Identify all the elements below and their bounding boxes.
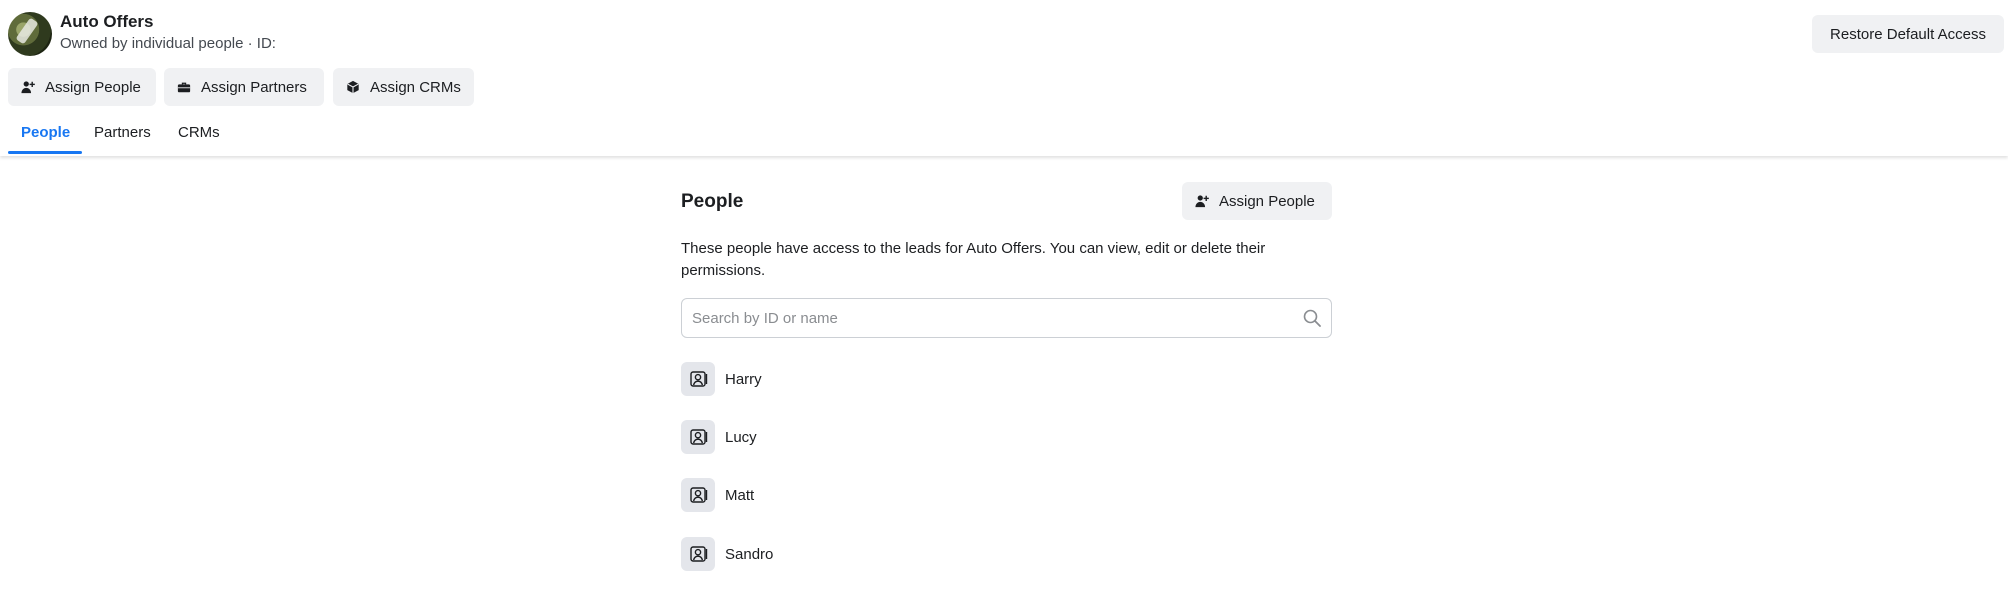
person-add-icon [20, 79, 36, 95]
person-add-icon [1194, 193, 1210, 209]
assign-crms-button[interactable]: Assign CRMs [333, 68, 474, 106]
list-item[interactable]: Matt [681, 478, 981, 512]
page-ownership-subtitle: Owned by individual people · ID: [60, 35, 276, 52]
panel-assign-people-label: Assign People [1219, 192, 1315, 210]
person-id-icon [681, 362, 715, 396]
page-avatar [8, 12, 52, 56]
tab-crms[interactable]: CRMs [178, 124, 220, 141]
person-name: Harry [725, 370, 762, 388]
search-icon[interactable] [1303, 309, 1321, 327]
person-name: Lucy [725, 428, 757, 446]
tab-people[interactable]: People [21, 124, 70, 141]
list-item[interactable]: Sandro [681, 537, 981, 571]
assign-partners-button[interactable]: Assign Partners [164, 68, 324, 106]
person-id-icon [681, 420, 715, 454]
page-title: Auto Offers [60, 12, 154, 31]
assign-crms-label: Assign CRMs [370, 78, 461, 96]
panel-assign-people-button[interactable]: Assign People [1182, 182, 1332, 220]
briefcase-icon [176, 79, 192, 95]
person-id-icon [681, 478, 715, 512]
assign-people-label: Assign People [45, 78, 141, 96]
assign-partners-label: Assign Partners [201, 78, 307, 96]
panel-description: These people have access to the leads fo… [681, 240, 1266, 279]
search-input[interactable] [692, 299, 1282, 337]
active-tab-indicator [8, 151, 82, 154]
person-id-icon [681, 537, 715, 571]
cube-icon [345, 79, 361, 95]
person-name: Matt [725, 486, 755, 504]
assign-people-button[interactable]: Assign People [8, 68, 156, 106]
list-item[interactable]: Lucy [681, 420, 981, 454]
tab-partners[interactable]: Partners [94, 124, 151, 141]
panel-title: People [681, 191, 744, 212]
person-name: Sandro [725, 545, 774, 563]
search-box [681, 298, 1332, 338]
restore-default-access-button[interactable]: Restore Default Access [1812, 15, 2004, 53]
list-item[interactable]: Harry [681, 362, 981, 396]
page-header: Auto Offers Owned by individual people ·… [0, 0, 2008, 156]
